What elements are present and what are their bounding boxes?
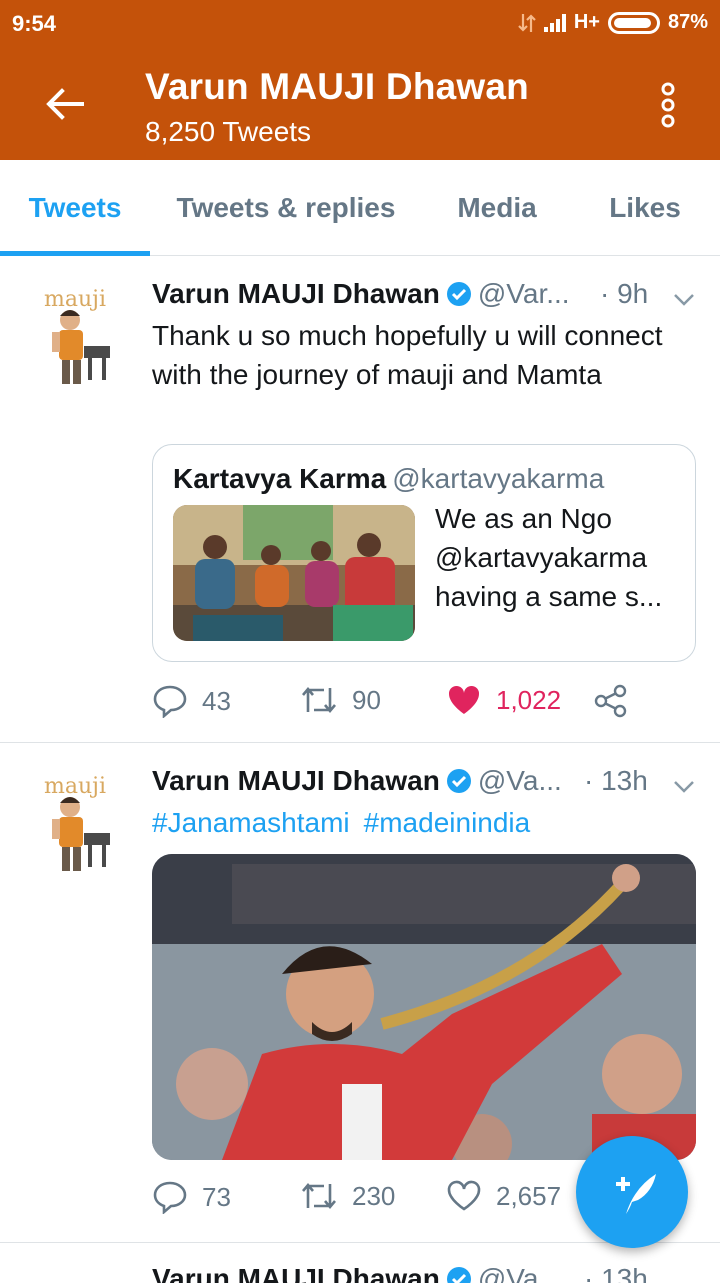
reply-icon bbox=[153, 1181, 187, 1214]
verified-badge-icon bbox=[446, 282, 471, 306]
tab-likes[interactable]: Likes bbox=[585, 160, 705, 256]
reply-count: 43 bbox=[202, 685, 231, 716]
arrow-left-icon[interactable] bbox=[40, 80, 88, 128]
tweet-text: Thank u so much hopefully u will connect… bbox=[152, 320, 663, 390]
tweet-author-name[interactable]: Varun MAUJI Dhawan bbox=[152, 1263, 440, 1283]
profile-name: Varun MAUJI Dhawan bbox=[145, 66, 529, 107]
status-time: 9:54 bbox=[12, 11, 57, 36]
tweet-header: Varun MAUJI Dhawan @Var... bbox=[152, 278, 570, 310]
network-type: H+ bbox=[573, 11, 600, 33]
hashtag-link[interactable]: #Janamashtami bbox=[152, 807, 350, 838]
avatar-logo-text: mauji bbox=[44, 774, 106, 799]
reply-icon bbox=[153, 685, 187, 718]
retweet-icon bbox=[302, 686, 336, 714]
tweet-time: · 9h bbox=[600, 278, 649, 309]
tweet-count: 8,250 Tweets bbox=[145, 116, 312, 147]
share-button[interactable] bbox=[594, 684, 642, 718]
chevron-down-icon[interactable] bbox=[672, 292, 696, 308]
like-button[interactable]: 1,022 bbox=[446, 684, 561, 716]
quoted-tweet-image[interactable] bbox=[173, 505, 415, 641]
tweet-author-name[interactable]: Varun MAUJI Dhawan bbox=[152, 278, 440, 310]
like-count: 2,657 bbox=[496, 1180, 562, 1211]
avatar[interactable]: mauji bbox=[40, 280, 120, 390]
tweet-author-name[interactable]: Varun MAUJI Dhawan bbox=[152, 765, 440, 797]
tweet-time: · 13h bbox=[584, 1263, 648, 1283]
retweet-button[interactable]: 90 bbox=[300, 684, 381, 716]
tweet-media-image[interactable] bbox=[152, 854, 696, 1160]
hashtag-link[interactable]: #madeinindia bbox=[364, 807, 531, 838]
retweet-count: 90 bbox=[352, 684, 381, 715]
tweet-card[interactable]: mauji Varun MAUJI Dhawan @Var... · 9h Th… bbox=[0, 256, 720, 743]
tweet-card[interactable]: Varun MAUJI Dhawan @Va... · 13h bbox=[0, 1243, 720, 1283]
avatar-logo-text: mauji bbox=[44, 287, 106, 312]
tab-media[interactable]: Media bbox=[432, 160, 562, 256]
quoted-author-name: Kartavya Karma bbox=[173, 463, 387, 494]
signal-icon bbox=[543, 13, 566, 32]
retweet-button[interactable]: 230 bbox=[300, 1180, 395, 1212]
quoted-tweet[interactable]: Kartavya Karma @kartavyakarma We as an Ng… bbox=[152, 444, 696, 662]
status-icons: H+ 87% bbox=[518, 11, 708, 34]
battery-percent: 87% bbox=[667, 11, 708, 33]
like-count: 1,022 bbox=[496, 684, 562, 715]
more-vertical-icon[interactable] bbox=[650, 80, 686, 130]
status-bar: 9:54 H+ 87% bbox=[0, 0, 720, 50]
quoted-tweet-text: We as an Ngo @kartavyakarma having a sam… bbox=[435, 503, 663, 612]
tweet-header: Varun MAUJI Dhawan @Va... bbox=[152, 1263, 562, 1283]
tweet-author-handle: @Va... bbox=[477, 1263, 562, 1283]
tweet-time: · 13h bbox=[584, 765, 648, 796]
battery-icon bbox=[607, 11, 660, 34]
tweet-hashtags: #Janamashtami #madeinindia bbox=[152, 803, 692, 842]
tab-tweets[interactable]: Tweets bbox=[0, 160, 150, 256]
quoted-tweet-header: Kartavya Karma @kartavyakarma bbox=[173, 463, 604, 495]
avatar[interactable]: mauji bbox=[40, 767, 120, 877]
heart-filled-icon bbox=[448, 685, 480, 714]
tweet-actions: 43 90 1,022 bbox=[152, 684, 672, 724]
verified-badge-icon bbox=[446, 1267, 471, 1283]
share-icon bbox=[594, 684, 627, 718]
data-transfer-icon bbox=[518, 13, 536, 32]
profile-tabs: Tweets Tweets & replies Media Likes bbox=[0, 160, 720, 256]
compose-feather-icon bbox=[616, 1174, 656, 1214]
compose-tweet-button[interactable] bbox=[576, 1136, 688, 1248]
verified-badge-icon bbox=[446, 769, 471, 793]
quoted-author-handle: @kartavyakarma bbox=[392, 463, 605, 494]
tab-tweets-replies[interactable]: Tweets & replies bbox=[160, 160, 412, 256]
reply-button[interactable]: 73 bbox=[152, 1180, 231, 1214]
tweet-header: Varun MAUJI Dhawan @Va... bbox=[152, 765, 562, 797]
retweet-icon bbox=[302, 1182, 336, 1210]
tweet-author-handle: @Var... bbox=[477, 278, 570, 309]
profile-header: Varun MAUJI Dhawan 8,250 Tweets bbox=[0, 50, 720, 160]
chevron-down-icon[interactable] bbox=[672, 779, 696, 795]
heart-outline-icon bbox=[447, 1180, 481, 1211]
retweet-count: 230 bbox=[352, 1180, 396, 1211]
tweet-author-handle: @Va... bbox=[477, 765, 562, 796]
like-button[interactable]: 2,657 bbox=[446, 1180, 561, 1212]
reply-count: 73 bbox=[202, 1181, 231, 1212]
reply-button[interactable]: 43 bbox=[152, 684, 231, 718]
